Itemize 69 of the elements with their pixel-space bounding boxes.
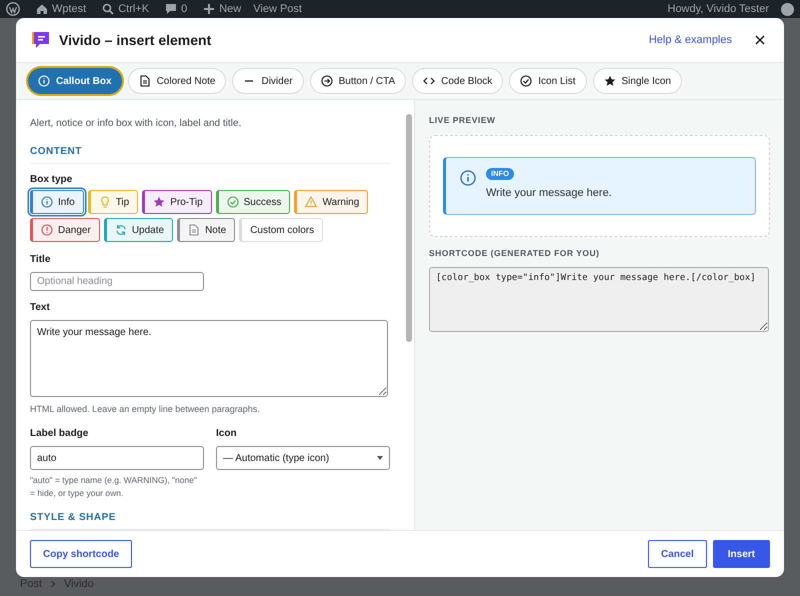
refresh-icon [114, 224, 127, 236]
section-heading: CONTENT [30, 144, 390, 164]
house-icon [36, 3, 48, 15]
insert-button[interactable]: Insert [712, 540, 770, 568]
star-icon [604, 75, 616, 87]
chevron-right-icon [50, 580, 56, 588]
box-type-option[interactable]: Success [216, 190, 290, 214]
tab[interactable]: Callout Box [28, 68, 122, 94]
section-heading: STYLE & SHAPE [30, 510, 390, 530]
title-input[interactable]: Optional heading [30, 272, 204, 292]
alert-circle-icon [41, 224, 53, 236]
lightbulb-icon [98, 196, 111, 208]
tab[interactable]: Code Block [412, 68, 504, 94]
tab[interactable]: Single Icon [592, 68, 682, 94]
dialog-title: Vivido – insert element [59, 30, 212, 50]
info-icon [38, 75, 50, 87]
tab[interactable]: Divider [232, 68, 304, 94]
tab[interactable]: Icon List [509, 68, 587, 94]
tab[interactable]: Button / CTA [310, 68, 406, 94]
cancel-button[interactable]: Cancel [648, 540, 707, 568]
warning-icon [305, 196, 318, 208]
hint-text: "auto" = type name (e.g. WARNING), "none" = hide, or type your own. [30, 474, 198, 500]
box-type-option[interactable]: Info [30, 190, 84, 214]
caret-down-icon [377, 456, 383, 460]
site-link[interactable]: Wptest [32, 0, 86, 18]
search-icon [102, 3, 114, 15]
check-circle-icon [226, 196, 239, 208]
text-area[interactable]: Write your message here. [30, 320, 388, 396]
arrow-circle-icon [320, 75, 333, 87]
field-label: Title [30, 253, 52, 267]
wordpress-logo-icon[interactable] [6, 2, 20, 16]
info-icon [460, 170, 476, 186]
document-icon [138, 75, 151, 87]
tab[interactable]: Colored Note [128, 68, 226, 94]
box-type-option[interactable]: Update [104, 218, 174, 242]
field-label: Text [30, 301, 51, 316]
box-type-option[interactable]: Danger [30, 218, 100, 242]
field-label: Label badge [30, 427, 90, 441]
icon-dropdown[interactable]: — Automatic (type icon) [216, 446, 390, 470]
box-type-option[interactable]: Tip [88, 190, 138, 214]
search-link[interactable]: Ctrl+K [98, 0, 150, 18]
document-icon [188, 224, 200, 236]
badge-input[interactable]: auto [30, 446, 204, 470]
avatar-icon[interactable] [781, 2, 794, 16]
copy-shortcode-button[interactable]: Copy shortcode [30, 540, 132, 568]
box-type-option[interactable]: Custom colors [239, 218, 324, 242]
shortcode-field[interactable]: [color_box type="info"]Write your message here.[/color_box] [429, 266, 769, 332]
help-link[interactable]: Help & examples [648, 32, 732, 48]
greeting-link[interactable]: Howdy, Vivido Tester [668, 0, 769, 18]
new-link[interactable]: New [199, 0, 242, 18]
speech-bubble-icon [165, 3, 178, 15]
section-heading: LIVE PREVIEW [429, 114, 496, 127]
info-icon [41, 196, 53, 208]
plus-icon [203, 3, 216, 15]
box-type-option[interactable]: Note [177, 218, 236, 242]
box-type-option[interactable]: Pro-Tip [142, 190, 212, 214]
section-heading: SHORTCODE (GENERATED FOR YOU) [429, 246, 600, 260]
hint-text: HTML allowed. Leave an empty line between paragraphs. [30, 402, 261, 416]
comments-link[interactable]: 0 [161, 0, 188, 18]
description-text: Alert, notice or info box with icon, label and title. [30, 117, 242, 131]
box-type-option[interactable]: Warning [294, 190, 368, 214]
star-icon [153, 196, 166, 208]
check-circle-icon [520, 75, 532, 87]
preview-message: Write your message here. [486, 186, 612, 201]
field-label: Box type [30, 173, 74, 187]
field-label: Icon [216, 427, 238, 441]
speech-bubble-logo-icon [32, 31, 49, 49]
code-icon [423, 75, 436, 87]
view-post-link[interactable]: View Post [253, 0, 302, 18]
